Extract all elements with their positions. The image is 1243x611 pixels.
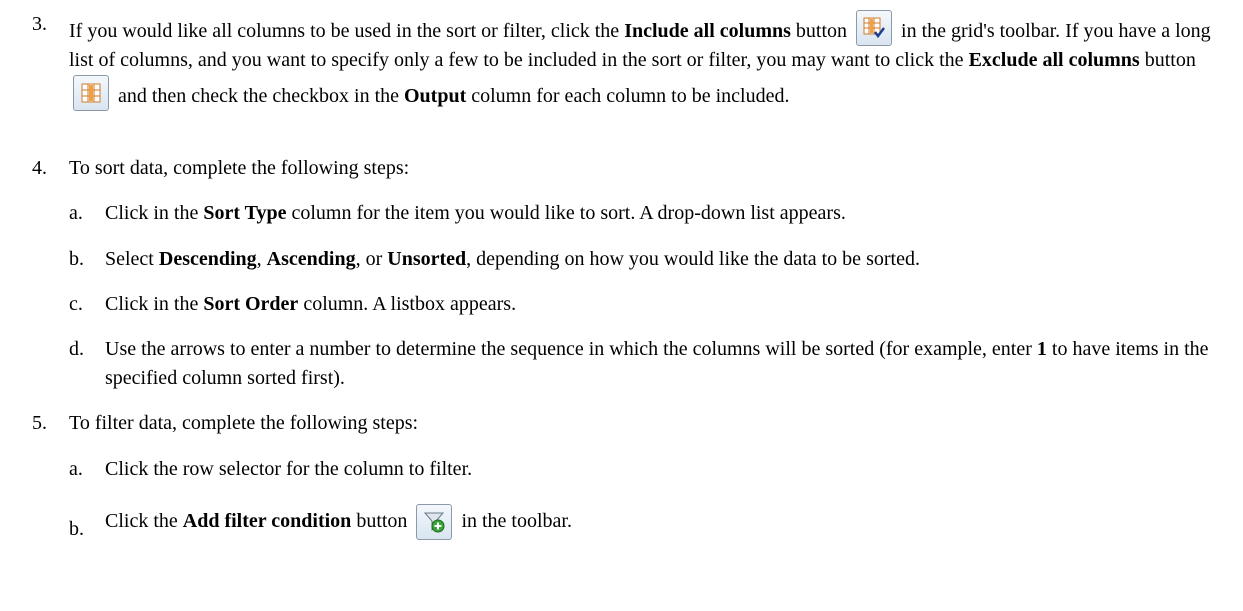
step-5b-text: Click the Add filter condition button in… — [105, 498, 572, 544]
step-4-text: To sort data, complete the following ste… — [69, 157, 410, 179]
step-3-text: If you would like all columns to be used… — [69, 10, 1229, 111]
step-4a-letter: a. — [69, 202, 83, 224]
step-5-text: To filter data, complete the following s… — [69, 412, 419, 434]
step-4a-text: Click in the Sort Type column for the it… — [105, 202, 846, 224]
step-5a-text: Click the row selector for the column to… — [105, 458, 473, 480]
include-all-columns-icon — [856, 10, 893, 46]
step-4d-text: Use the arrows to enter a number to dete… — [105, 338, 1209, 389]
step-5-number: 5. — [32, 412, 47, 434]
step-4c-letter: c. — [69, 293, 83, 315]
step-5b-letter: b. — [69, 518, 84, 540]
step-4b-letter: b. — [69, 248, 84, 270]
exclude-all-columns-icon — [73, 75, 109, 111]
add-filter-condition-icon — [416, 504, 453, 541]
step-4b-text: Select Descending, Ascending, or Unsorte… — [105, 248, 920, 270]
step-4c-text: Click in the Sort Order column. A listbo… — [105, 293, 517, 315]
step-5a-letter: a. — [69, 458, 83, 480]
step-3-number: 3. — [32, 13, 47, 35]
step-4-number: 4. — [32, 157, 47, 179]
step-4d-letter: d. — [69, 338, 84, 360]
